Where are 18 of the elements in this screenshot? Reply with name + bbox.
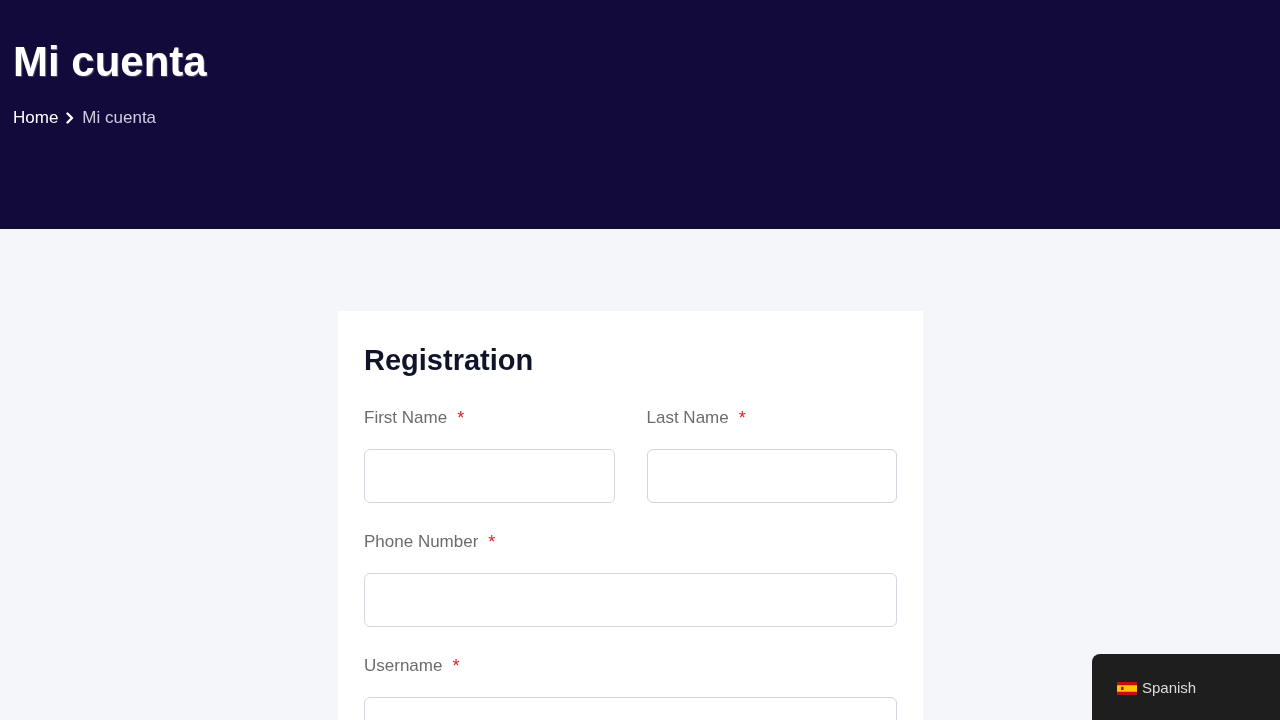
- required-mark: *: [457, 408, 465, 428]
- input-field[interactable]: [646, 449, 897, 503]
- field-label: Last Name: [646, 408, 729, 428]
- chevron-right-icon: [66, 112, 75, 124]
- field-label: First Name: [364, 408, 448, 428]
- language-switcher[interactable]: Spanish: [1092, 654, 1280, 720]
- required-mark: *: [488, 532, 496, 552]
- breadcrumb-current: Mi cuenta: [82, 107, 157, 129]
- required-mark: *: [738, 408, 746, 428]
- page-title: Mi cuenta: [13, 37, 207, 87]
- field-label: Username: [364, 656, 443, 676]
- field-label: Phone Number: [364, 532, 479, 552]
- flag-icon: [1117, 682, 1137, 695]
- form-title: Registration: [364, 343, 534, 378]
- input-field[interactable]: [364, 449, 615, 503]
- input-field[interactable]: [364, 573, 897, 627]
- breadcrumb-link[interactable]: Home: [13, 106, 59, 130]
- required-mark: *: [452, 656, 460, 676]
